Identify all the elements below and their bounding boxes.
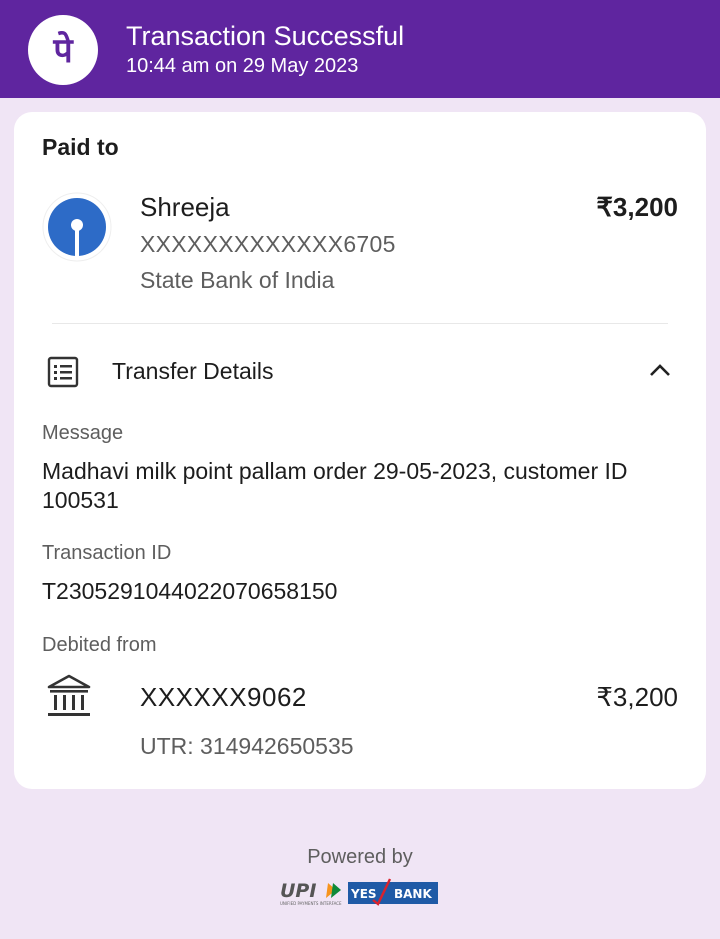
powered-by-label: Powered by — [307, 846, 413, 868]
transaction-card: Paid to Shreeja XXXXXXXXXXXXX6705 State … — [14, 112, 706, 789]
upi-logo-icon: UPI UNIFIED PAYMENTS INTERFACE — [280, 880, 342, 906]
debited-account-number: XXXXXX9062 — [140, 682, 307, 712]
yes-bank-logo-icon: YES BANK — [348, 878, 438, 906]
svg-text:YES: YES — [350, 887, 377, 901]
svg-text:UPI: UPI — [280, 880, 316, 902]
message-label: Message — [42, 422, 124, 444]
payee-bank-name: State Bank of India — [140, 267, 335, 293]
bank-building-icon — [46, 673, 92, 724]
transaction-id-label: Transaction ID — [42, 542, 172, 564]
paid-to-heading: Paid to — [42, 134, 119, 160]
debited-amount: ₹3,200 — [596, 682, 678, 712]
receipt-list-icon — [46, 355, 80, 394]
transaction-id-value: T2305291044022070658150 — [42, 578, 338, 604]
utr-number: UTR: 314942650535 — [140, 733, 354, 759]
phonepe-logo-glyph: पे — [52, 30, 74, 71]
upi-yes-bank-logos: UPI UNIFIED PAYMENTS INTERFACE YES BANK — [280, 878, 438, 906]
message-value: Madhavi milk point pallam order 29-05-20… — [42, 458, 628, 513]
transfer-details-toggle[interactable]: Transfer Details — [112, 358, 273, 385]
partner-logos: UPI UNIFIED PAYMENTS INTERFACE YES BANK — [278, 878, 442, 908]
page-title: Transaction Successful — [126, 21, 405, 51]
debited-from-label: Debited from — [42, 634, 157, 656]
sbi-logo-icon — [42, 192, 112, 262]
payee-name: Shreeja — [140, 192, 230, 222]
phonepe-logo-icon: पे — [28, 15, 98, 85]
chevron-up-icon[interactable] — [648, 362, 672, 383]
payee-account-number: XXXXXXXXXXXXX6705 — [140, 231, 396, 257]
paid-amount: ₹3,200 — [596, 192, 678, 222]
divider — [52, 323, 668, 324]
svg-text:BANK: BANK — [394, 887, 432, 901]
transaction-timestamp: 10:44 am on 29 May 2023 — [126, 55, 359, 77]
app-header: पे Transaction Successful 10:44 am on 29… — [0, 0, 720, 98]
svg-text:UNIFIED PAYMENTS INTERFACE: UNIFIED PAYMENTS INTERFACE — [280, 901, 342, 906]
